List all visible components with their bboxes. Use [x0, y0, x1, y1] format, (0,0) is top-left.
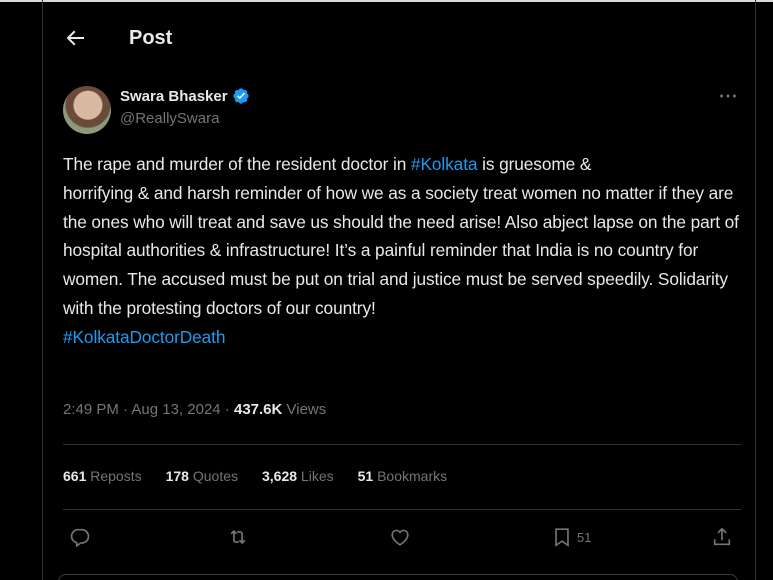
engagement-stats: 661 Reposts 178 Quotes 3,628 Likes 51 Bo…	[63, 468, 447, 484]
bookmark-count: 51	[577, 529, 592, 545]
views-count: 437.6K	[233, 401, 283, 418]
more-button[interactable]	[717, 86, 741, 106]
meta-separator: ·	[118, 401, 132, 418]
post-column: Post Swara Bhasker @ReallySwara The rape…	[42, 0, 756, 580]
repost-icon	[230, 529, 246, 545]
divider-top	[63, 444, 741, 445]
reposts-count: 661	[63, 468, 87, 484]
author-name[interactable]: Swara Bhasker	[120, 88, 228, 105]
author-name-row: Swara Bhasker	[120, 86, 250, 106]
divider-bottom	[63, 509, 741, 510]
bookmark-icon	[555, 528, 569, 547]
likes-label: Likes	[297, 468, 334, 484]
bookmark-button[interactable]: 51	[551, 525, 591, 549]
reply-button[interactable]	[69, 525, 91, 549]
tweet-text-intro: The rape and murder of the resident doct…	[63, 154, 411, 174]
quotes-stat[interactable]: 178 Quotes	[166, 468, 238, 484]
post-date[interactable]: Aug 13, 2024	[131, 401, 220, 418]
tweet-text: The rape and murder of the resident doct…	[63, 150, 747, 352]
likes-stat[interactable]: 3,628 Likes	[262, 468, 334, 484]
hashtag-kolkatadoctordeath-link[interactable]: #KolkataDoctorDeath	[63, 327, 225, 347]
header: Post	[43, 0, 757, 78]
bookmarks-label: Bookmarks	[373, 468, 448, 484]
reposts-stat[interactable]: 661 Reposts	[63, 468, 142, 484]
share-icon	[713, 527, 731, 546]
views-label: Views	[282, 401, 327, 418]
avatar[interactable]	[63, 86, 111, 134]
verified-badge-icon	[232, 87, 250, 105]
hashtag-kolkata-link[interactable]: #Kolkata	[411, 154, 478, 174]
author-handle[interactable]: @ReallySwara	[120, 110, 219, 127]
reposts-label: Reposts	[86, 468, 142, 484]
repost-button[interactable]	[227, 525, 249, 549]
tweet-text-body: horrifying & and harsh reminder of how w…	[63, 182, 739, 318]
bookmarks-count: 51	[357, 468, 374, 484]
back-arrow-icon	[66, 30, 84, 46]
quotes-label: Quotes	[188, 468, 238, 484]
reply-icon	[70, 528, 90, 548]
share-button[interactable]	[711, 525, 733, 549]
like-icon	[391, 529, 409, 546]
bookmarks-stat[interactable]: 51 Bookmarks	[358, 468, 448, 484]
tweet-text-intro-end: is gruesome &	[477, 154, 592, 174]
post-meta: 2:49 PM · Aug 13, 2024 · 437.6K Views	[63, 401, 326, 418]
action-bar: 51	[43, 525, 757, 553]
back-button[interactable]	[63, 26, 87, 50]
like-button[interactable]	[389, 525, 411, 549]
meta-separator-2: ·	[220, 401, 234, 418]
reply-composer-edge	[58, 574, 738, 580]
page-title: Post	[129, 27, 173, 49]
quotes-count: 178	[165, 468, 189, 484]
likes-count: 3,628	[262, 468, 298, 484]
post-time[interactable]: 2:49 PM	[63, 401, 119, 418]
more-icon	[720, 94, 736, 98]
